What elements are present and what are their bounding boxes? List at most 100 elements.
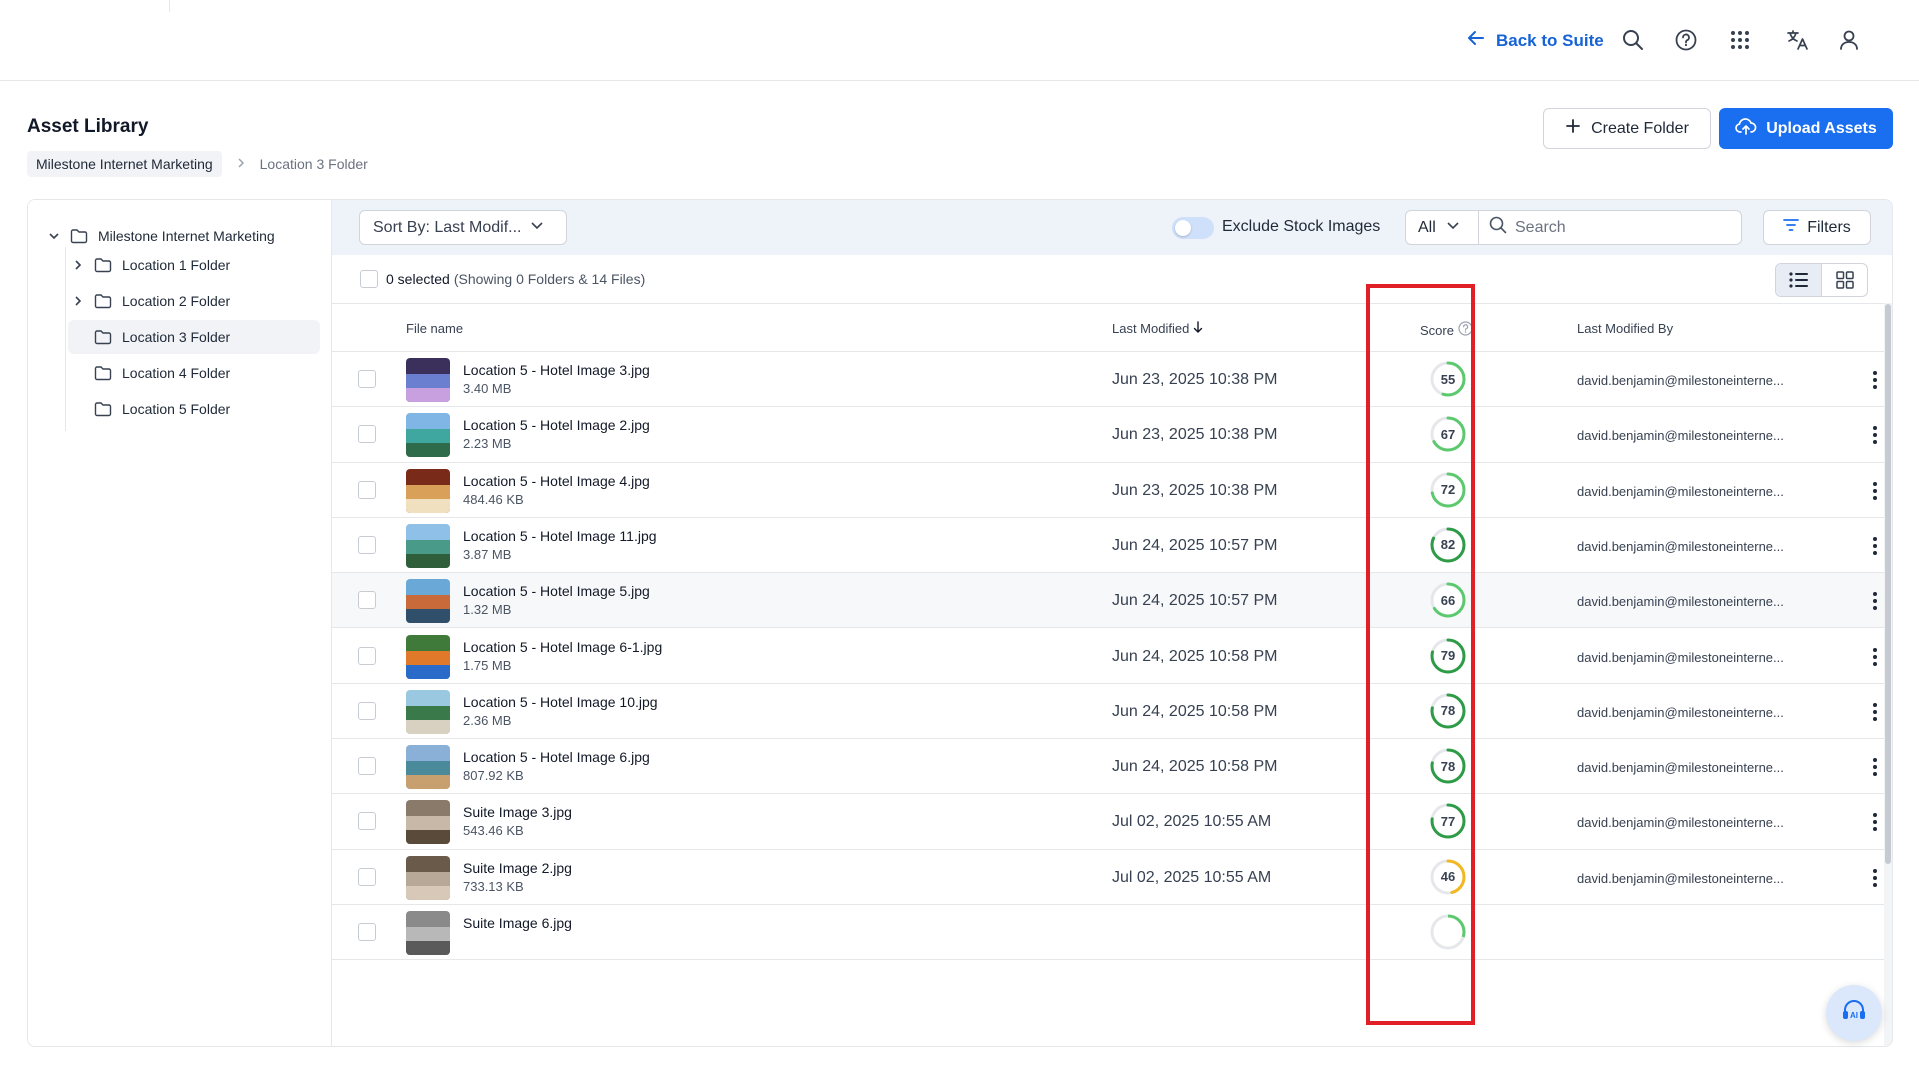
row-checkbox[interactable] [358, 535, 376, 554]
list-view-icon[interactable] [1776, 264, 1821, 296]
file-name[interactable]: Location 5 - Hotel Image 5.jpg [463, 583, 650, 599]
folder-icon [94, 401, 112, 417]
table-row[interactable]: Location 5 - Hotel Image 6-1.jpg 1.75 MB J… [332, 629, 1884, 684]
row-checkbox[interactable] [358, 370, 376, 388]
file-name[interactable]: Location 5 - Hotel Image 4.jpg [463, 473, 650, 489]
col-last-modified-label: Last Modified [1112, 321, 1190, 336]
file-name[interactable]: Suite Image 2.jpg [463, 860, 572, 876]
apps-grid-icon[interactable] [1728, 28, 1752, 52]
col-last-modified[interactable]: Last Modified [1112, 321, 1203, 336]
table-row[interactable]: Location 5 - Hotel Image 3.jpg 3.40 MB Jun… [332, 352, 1884, 408]
table-row[interactable]: Location 5 - Hotel Image 10.jpg 2.36 MB Ju… [332, 684, 1884, 740]
row-checkbox[interactable] [358, 757, 376, 776]
file-name[interactable]: Location 5 - Hotel Image 6.jpg [463, 749, 650, 765]
tree-item-location-5[interactable]: Location 5 Folder [68, 392, 230, 426]
file-list-area: Sort By: Last Modif... Exclude Stock Ima… [332, 200, 1892, 1046]
table-row[interactable]: Location 5 - Hotel Image 4.jpg 484.46 KB J… [332, 463, 1884, 518]
row-checkbox[interactable] [358, 867, 376, 886]
more-options-icon[interactable] [1867, 645, 1883, 669]
back-to-suite-link[interactable]: Back to Suite [1466, 28, 1604, 53]
table-row[interactable]: Suite Image 3.jpg 543.46 KB Jul 02, 2025 1… [332, 794, 1884, 850]
last-modified-by: david.benjamin@milestoneinterne... [1577, 428, 1784, 444]
tree-item-label: Location 4 Folder [122, 365, 231, 381]
last-modified-by: david.benjamin@milestoneinterne... [1577, 649, 1784, 665]
chevron-down-icon[interactable] [46, 230, 62, 242]
more-options-icon[interactable] [1867, 700, 1883, 724]
file-thumbnail[interactable] [406, 689, 450, 734]
selected-count: 0 selected [386, 271, 450, 287]
search-field[interactable] [1478, 210, 1742, 245]
folder-tree: Milestone Internet Marketing Location 1 … [28, 200, 332, 1046]
ai-assistant-button[interactable]: AI [1826, 985, 1882, 1041]
more-options-icon[interactable] [1867, 589, 1883, 613]
table-row[interactable]: Suite Image 6.jpg [332, 905, 1884, 961]
user-icon[interactable] [1837, 28, 1861, 52]
tree-item-location-3[interactable]: Location 3 Folder [68, 320, 320, 354]
table-row[interactable]: Location 5 - Hotel Image 5.jpg 1.32 MB Jun… [332, 573, 1884, 629]
more-options-icon[interactable] [1867, 534, 1883, 558]
filters-button[interactable]: Filters [1763, 210, 1871, 245]
row-checkbox[interactable] [358, 425, 376, 444]
grid-view-icon[interactable] [1821, 264, 1867, 296]
row-checkbox[interactable] [358, 812, 376, 831]
table-row[interactable]: Suite Image 2.jpg 733.13 KB Jul 02, 2025 1… [332, 850, 1884, 905]
search-icon[interactable] [1621, 28, 1645, 52]
table-row[interactable]: Location 5 - Hotel Image 6.jpg 807.92 KB J… [332, 739, 1884, 795]
file-thumbnail[interactable] [406, 579, 450, 624]
sort-dropdown[interactable]: Sort By: Last Modif... [359, 210, 567, 245]
file-thumbnail[interactable] [406, 800, 450, 845]
translate-icon[interactable] [1785, 28, 1809, 52]
file-thumbnail[interactable] [406, 634, 450, 679]
file-name[interactable]: Location 5 - Hotel Image 10.jpg [463, 694, 658, 710]
breadcrumb-root[interactable]: Milestone Internet Marketing [27, 151, 222, 177]
last-modified-by: david.benjamin@milestoneinterne... [1577, 538, 1784, 554]
last-modified: Jun 24, 2025 10:58 PM [1112, 702, 1278, 720]
file-thumbnail[interactable] [406, 468, 450, 513]
file-thumbnail[interactable] [406, 911, 450, 955]
select-all-checkbox[interactable] [360, 270, 378, 288]
tree-item-label: Location 5 Folder [122, 401, 231, 417]
file-thumbnail[interactable] [406, 855, 450, 900]
file-name[interactable]: Location 5 - Hotel Image 2.jpg [463, 417, 650, 433]
row-checkbox[interactable] [358, 923, 376, 941]
file-name[interactable]: Suite Image 6.jpg [463, 915, 572, 931]
file-name[interactable]: Location 5 - Hotel Image 11.jpg [463, 528, 657, 544]
row-checkbox[interactable] [358, 701, 376, 720]
chevron-right-icon[interactable] [70, 259, 86, 271]
plus-icon [1565, 118, 1581, 139]
file-thumbnail[interactable] [406, 523, 450, 568]
folder-icon [94, 257, 112, 273]
file-thumbnail[interactable] [406, 413, 450, 458]
tree-item-location-2[interactable]: Location 2 Folder [68, 284, 230, 318]
scrollbar-thumb[interactable] [1885, 304, 1891, 864]
more-options-icon[interactable] [1867, 368, 1883, 392]
table-row[interactable]: Location 5 - Hotel Image 2.jpg 2.23 MB Jun… [332, 407, 1884, 463]
file-name[interactable]: Location 5 - Hotel Image 3.jpg [463, 362, 650, 378]
breadcrumb: Milestone Internet Marketing Location 3 … [27, 151, 368, 177]
more-options-icon[interactable] [1867, 423, 1883, 447]
col-last-modified-by[interactable]: Last Modified By [1577, 321, 1673, 336]
create-folder-button[interactable]: Create Folder [1543, 108, 1711, 149]
row-checkbox[interactable] [358, 646, 376, 665]
exclude-stock-toggle[interactable] [1172, 217, 1214, 239]
more-options-icon[interactable] [1867, 755, 1883, 779]
tree-item-location-4[interactable]: Location 4 Folder [68, 356, 230, 390]
more-options-icon[interactable] [1867, 866, 1883, 890]
file-thumbnail[interactable] [406, 358, 450, 402]
file-name[interactable]: Location 5 - Hotel Image 6-1.jpg [463, 639, 662, 655]
more-options-icon[interactable] [1867, 479, 1883, 503]
row-checkbox[interactable] [358, 591, 376, 610]
type-filter-select[interactable]: All [1405, 210, 1479, 245]
chevron-right-icon[interactable] [70, 295, 86, 307]
more-options-icon[interactable] [1867, 810, 1883, 834]
search-input[interactable] [1515, 218, 1715, 237]
file-name[interactable]: Suite Image 3.jpg [463, 804, 572, 820]
help-icon[interactable] [1674, 28, 1698, 52]
upload-assets-button[interactable]: Upload Assets [1719, 108, 1893, 149]
last-modified: Jul 02, 2025 10:55 AM [1112, 868, 1272, 886]
tree-item-location-1[interactable]: Location 1 Folder [68, 248, 230, 282]
row-checkbox[interactable] [358, 480, 376, 499]
table-row[interactable]: Location 5 - Hotel Image 11.jpg 3.87 MB Ju… [332, 518, 1884, 574]
file-thumbnail[interactable] [406, 745, 450, 790]
col-file-name[interactable]: File name [406, 321, 463, 336]
